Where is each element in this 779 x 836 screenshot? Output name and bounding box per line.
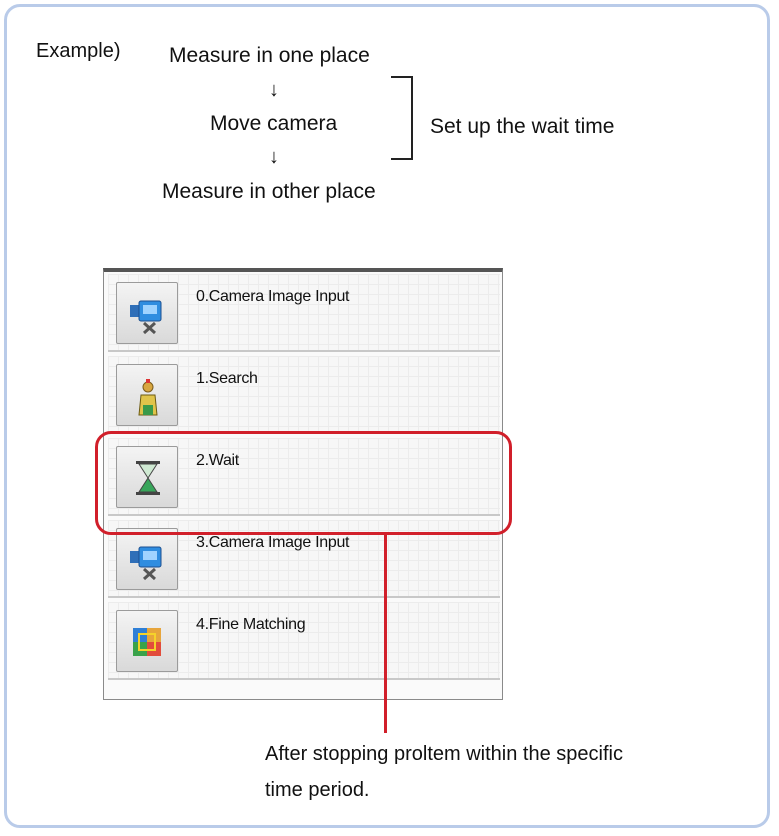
bracket-label: Set up the wait time	[430, 115, 615, 138]
flow-step-measure-other: Measure in other place	[162, 180, 376, 203]
callout-line	[384, 535, 387, 733]
scene-item-label: 3.Camera Image Input	[196, 534, 350, 551]
search-figure-icon[interactable]	[116, 364, 178, 426]
list-item[interactable]: 0.Camera Image Input	[108, 274, 500, 352]
callout-note-line-1: After stopping proltem within the specif…	[265, 743, 623, 765]
list-item[interactable]: 1.Search	[108, 356, 500, 434]
scene-item-label: 0.Camera Image Input	[196, 288, 350, 305]
fine-matching-icon[interactable]	[116, 610, 178, 672]
flow-step-measure-one: Measure in one place	[169, 44, 370, 67]
flow-arrow-2: ↓	[269, 146, 279, 168]
scene-item-label: 4.Fine Matching	[196, 616, 306, 633]
example-label: Example)	[36, 40, 121, 62]
scene-item-label: 1.Search	[196, 370, 258, 387]
callout-note-line-2: time period.	[265, 779, 370, 801]
wait-bracket	[391, 76, 413, 160]
camera-icon[interactable]	[116, 528, 178, 590]
flow-step-move-camera: Move camera	[210, 112, 338, 135]
callout-note: After stopping proltem within the specif…	[265, 736, 623, 808]
flow-arrow-1: ↓	[269, 79, 279, 101]
list-item[interactable]: 4.Fine Matching	[108, 602, 500, 680]
wait-highlight	[95, 431, 512, 535]
camera-icon[interactable]	[116, 282, 178, 344]
